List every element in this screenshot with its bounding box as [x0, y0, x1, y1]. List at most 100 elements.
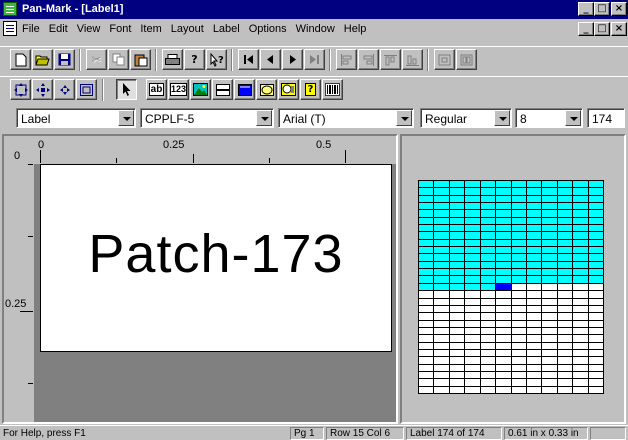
sheet-cell[interactable]: [480, 247, 497, 255]
sheet-cell[interactable]: [465, 327, 481, 336]
sheet-cell[interactable]: [511, 254, 527, 262]
chevron-down-icon[interactable]: [256, 110, 272, 126]
label-area[interactable]: Patch-173: [40, 164, 392, 352]
sheet-cell[interactable]: [419, 327, 435, 336]
sheet-cell[interactable]: [526, 254, 543, 262]
sheet-cell[interactable]: [511, 232, 527, 240]
sheet-cell[interactable]: [434, 254, 450, 262]
sheet-cell[interactable]: [542, 210, 558, 218]
sheet-cell[interactable]: [511, 386, 527, 394]
image-tool-icon[interactable]: [190, 79, 211, 100]
sheet-cell[interactable]: [465, 217, 481, 226]
sheet-cell[interactable]: [542, 261, 558, 270]
sheet-cell[interactable]: [542, 379, 558, 387]
sheet-cell[interactable]: [449, 386, 466, 394]
sheet-cell[interactable]: [511, 298, 527, 306]
sheet-cell[interactable]: [465, 283, 481, 292]
sheet-cell[interactable]: [449, 254, 466, 262]
sheet-cell[interactable]: [542, 276, 558, 284]
sheet-cell[interactable]: [496, 210, 512, 218]
sheet-cell[interactable]: [557, 371, 574, 380]
sheet-cell[interactable]: [573, 313, 589, 321]
sheet-cell[interactable]: [588, 188, 604, 196]
sheet-cell[interactable]: [434, 357, 450, 365]
sheet-cell[interactable]: [465, 371, 481, 380]
sheet-cell[interactable]: [557, 261, 574, 270]
sheet-cell[interactable]: [419, 232, 435, 240]
sheet-cell[interactable]: [511, 379, 527, 387]
sheet-cell[interactable]: [419, 320, 435, 328]
sheet-cell[interactable]: [449, 210, 466, 218]
sheet-cell[interactable]: [511, 217, 527, 226]
sheet-cell[interactable]: [526, 379, 543, 387]
menu-edit[interactable]: Edit: [49, 23, 68, 35]
sheet-cell[interactable]: [526, 342, 543, 350]
sheet-cell[interactable]: [557, 203, 574, 211]
sheet-cell[interactable]: [511, 210, 527, 218]
sheet-cell[interactable]: [557, 269, 574, 277]
sheet-cell[interactable]: [542, 283, 558, 292]
sheet-cell[interactable]: [526, 320, 543, 328]
sheet-cell[interactable]: [588, 203, 604, 211]
sheet-cell[interactable]: [434, 261, 450, 270]
sheet-cell[interactable]: [588, 320, 604, 328]
sheet-cell[interactable]: [511, 335, 527, 343]
sheet-cell[interactable]: [588, 335, 604, 343]
sheet-cell[interactable]: [511, 357, 527, 365]
sheet-cell[interactable]: [449, 217, 466, 226]
sheet-cell[interactable]: [449, 225, 466, 233]
pointer-icon[interactable]: [116, 79, 137, 100]
sheet-cell[interactable]: [465, 335, 481, 343]
sheet-cell[interactable]: [480, 298, 497, 306]
document-icon[interactable]: [3, 21, 17, 36]
sheet-cell[interactable]: [573, 342, 589, 350]
last-icon[interactable]: [304, 49, 325, 70]
counter-tool-icon[interactable]: 123: [168, 79, 189, 100]
sheet-cell[interactable]: [542, 254, 558, 262]
sheet-cell[interactable]: [526, 181, 543, 189]
sheet-cell[interactable]: [449, 305, 466, 314]
menu-options[interactable]: Options: [249, 23, 287, 35]
frame-icon[interactable]: [76, 79, 97, 100]
sheet-cell[interactable]: [573, 181, 589, 189]
sheet-cell[interactable]: [557, 386, 574, 394]
sheet-cell[interactable]: [588, 210, 604, 218]
sheet-cell[interactable]: [496, 239, 512, 248]
sheet-cell[interactable]: [496, 181, 512, 189]
doc-minimize-button[interactable]: _: [578, 22, 594, 36]
sheet-cell[interactable]: [480, 349, 497, 358]
app-icon[interactable]: [3, 2, 17, 16]
sheet-cell[interactable]: [419, 371, 435, 380]
sheet-cell[interactable]: [449, 371, 466, 380]
sheet-cell[interactable]: [465, 364, 481, 372]
sheet-cell[interactable]: [588, 379, 604, 387]
sheet-cell[interactable]: [542, 313, 558, 321]
sheet-cell[interactable]: [573, 357, 589, 365]
sheet-cell[interactable]: [511, 225, 527, 233]
sheet-cell[interactable]: [434, 335, 450, 343]
sheet-cell[interactable]: [449, 203, 466, 211]
sheet-cell[interactable]: [557, 283, 574, 292]
save-icon[interactable]: [54, 49, 75, 70]
sheet-cell[interactable]: [557, 291, 574, 299]
sheet-cell[interactable]: [511, 291, 527, 299]
sheet-cell[interactable]: [557, 232, 574, 240]
sheet-cell[interactable]: [511, 269, 527, 277]
sheet-cell[interactable]: [496, 379, 512, 387]
sheet-cell[interactable]: [511, 239, 527, 248]
sheet-cell[interactable]: [511, 313, 527, 321]
sheet-cell[interactable]: [588, 269, 604, 277]
sheet-cell[interactable]: [526, 313, 543, 321]
sheet-cell[interactable]: [480, 203, 497, 211]
sheet-cell[interactable]: [557, 298, 574, 306]
sheet-cell[interactable]: [511, 247, 527, 255]
sheet-cell[interactable]: [542, 232, 558, 240]
sheet-cell[interactable]: [480, 291, 497, 299]
sheet-cell[interactable]: [557, 379, 574, 387]
sheet-cell[interactable]: [434, 210, 450, 218]
sheet-cell[interactable]: [480, 371, 497, 380]
sheet-cell[interactable]: [465, 357, 481, 365]
sheet-cell[interactable]: [434, 217, 450, 226]
sheet-cell[interactable]: [588, 327, 604, 336]
sheet-cell[interactable]: [449, 269, 466, 277]
